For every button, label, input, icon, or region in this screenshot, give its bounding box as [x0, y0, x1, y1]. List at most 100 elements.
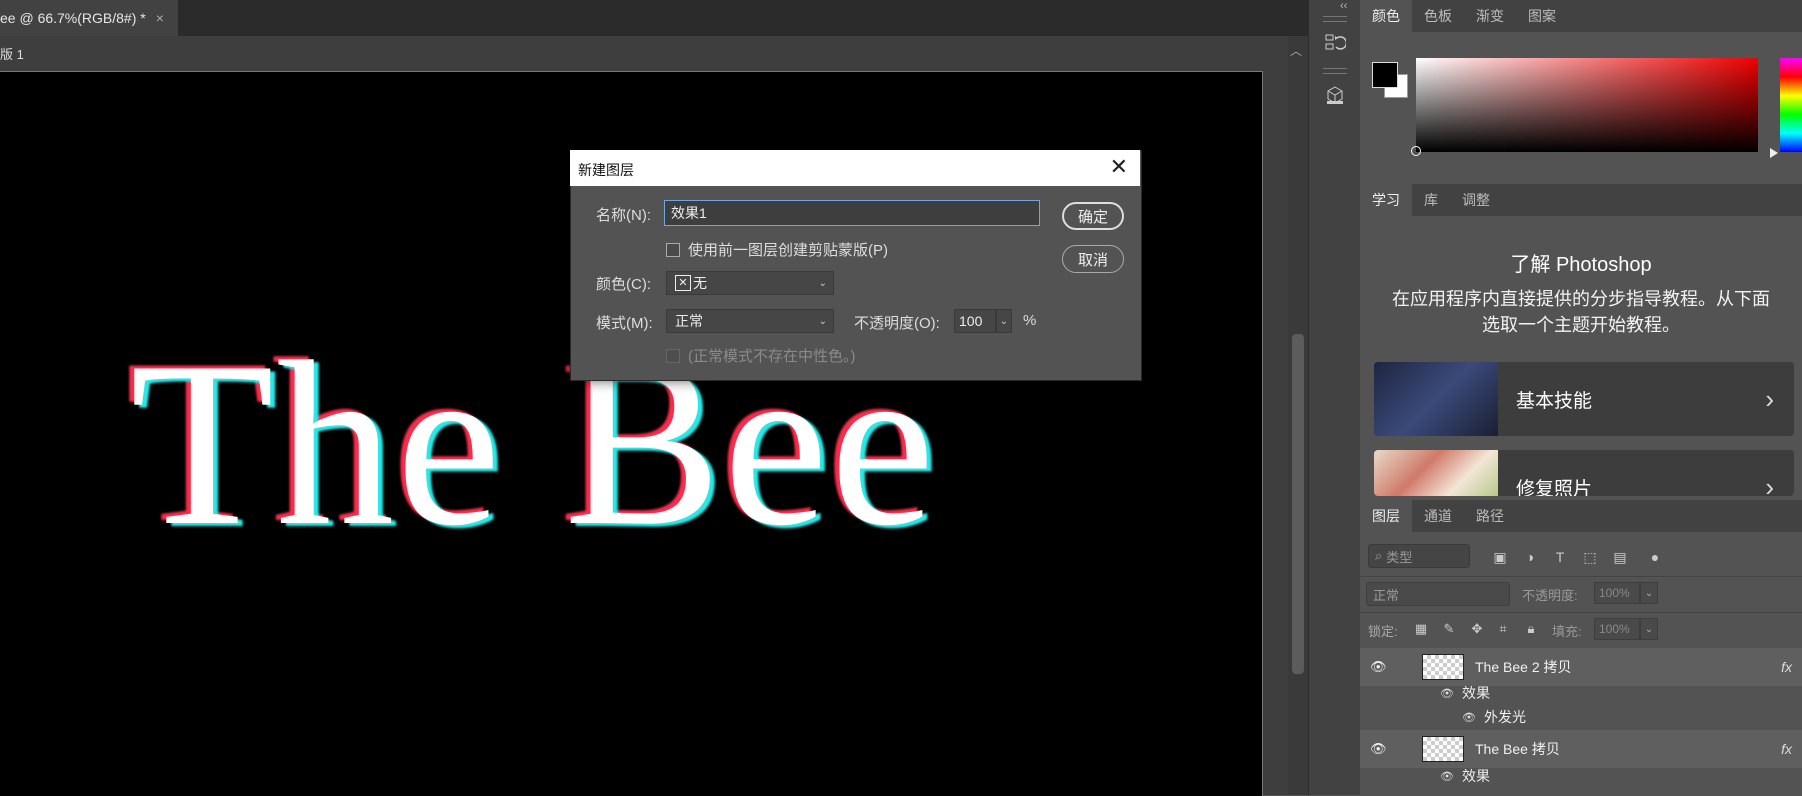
effects-row[interactable]: 👁︎ 效果	[1440, 681, 1490, 705]
learn-description: 在应用程序内直接提供的分步指导教程。从下面选取一个主题开始教程。	[1392, 289, 1770, 335]
foreground-color-swatch-front[interactable]	[1372, 62, 1398, 88]
layer-name-input[interactable]: 效果1	[664, 200, 1040, 226]
chevron-down-icon[interactable]: ⌄	[1640, 582, 1658, 604]
document-tab-title: ee @ 66.7%(RGB/8#) *	[0, 10, 146, 26]
type-filter-icon[interactable]: T	[1550, 547, 1570, 567]
learn-panel-tabs: 学习 库 调整	[1360, 184, 1802, 216]
blend-mode-value: 正常	[1373, 587, 1400, 603]
no-color-icon: ✕	[675, 275, 691, 291]
layer-name: The Bee 拷贝	[1475, 741, 1560, 757]
chevron-down-icon: ⌄	[818, 277, 827, 289]
name-label: 名称(N):	[596, 207, 651, 224]
clip-mask-checkbox[interactable]	[666, 243, 680, 257]
shape-filter-icon[interactable]: ⬚	[1580, 547, 1600, 567]
effect-row-outer-glow[interactable]: 👁︎ 外发光	[1462, 705, 1526, 729]
tab-patterns[interactable]: 图案	[1516, 0, 1568, 32]
color-picker-field[interactable]	[1416, 58, 1758, 152]
close-icon[interactable]: ×	[156, 10, 164, 26]
history-icon[interactable]	[1320, 28, 1350, 58]
dialog-titlebar: 新建图层 ✕	[570, 150, 1140, 186]
tab-learn[interactable]: 学习	[1360, 184, 1412, 216]
basic-skills-thumbnail	[1374, 362, 1498, 436]
tab-gradients[interactable]: 渐变	[1464, 0, 1516, 32]
lock-artboard-icon[interactable]: ⌗	[1494, 620, 1512, 638]
dock-grip[interactable]	[1323, 16, 1347, 22]
tab-channels[interactable]: 通道	[1412, 500, 1464, 532]
blend-mode-select[interactable]: 正常	[1366, 582, 1510, 606]
dock-grip[interactable]	[1323, 68, 1347, 74]
search-icon: ⌕	[1375, 548, 1383, 563]
hue-slider-marker[interactable]	[1770, 148, 1778, 158]
divider	[1360, 576, 1802, 577]
color-picker-cursor[interactable]	[1411, 146, 1421, 156]
lock-all-icon[interactable]: 🔒︎	[1522, 620, 1540, 638]
color-select[interactable]: ✕ 无 ⌄	[666, 271, 834, 295]
dialog-title: 新建图层	[578, 162, 634, 178]
color-select-value: 无	[693, 275, 707, 291]
percent-label: %	[1023, 312, 1037, 329]
ok-button[interactable]: 确定	[1062, 202, 1124, 230]
lock-transparent-icon[interactable]: ▦	[1412, 620, 1430, 638]
tab-adjustments[interactable]: 调整	[1450, 184, 1502, 216]
tab-libraries[interactable]: 库	[1412, 184, 1450, 216]
learn-card-label: 基本技能	[1516, 390, 1593, 412]
tab-swatches[interactable]: 色板	[1412, 0, 1464, 32]
cancel-button[interactable]: 取消	[1062, 245, 1124, 273]
tab-paths[interactable]: 路径	[1464, 500, 1516, 532]
filter-toggle-icon[interactable]: ●	[1645, 547, 1665, 567]
mode-label: 模式(M):	[596, 315, 653, 332]
fill-label: 填充:	[1552, 624, 1582, 639]
panel-dock-strip	[1308, 0, 1362, 795]
opacity-input[interactable]: 100%	[1594, 582, 1640, 604]
3d-icon[interactable]	[1320, 80, 1350, 110]
layer-thumbnail	[1422, 736, 1464, 762]
layer-row[interactable]: 👁︎ The Bee 2 拷贝 fx	[1360, 648, 1802, 686]
lock-label: 锁定:	[1368, 624, 1398, 639]
visibility-eye-icon[interactable]: 👁︎	[1440, 687, 1454, 700]
layer-filter-select[interactable]: ⌕ 类型	[1368, 544, 1470, 568]
smart-object-filter-icon[interactable]: ▤	[1610, 547, 1630, 567]
lock-position-icon[interactable]: ✥	[1468, 620, 1486, 638]
learn-card-basic-skills[interactable]: 基本技能 ›	[1374, 362, 1794, 436]
layer-thumbnail	[1422, 654, 1464, 680]
chevron-down-icon: ⌄	[818, 315, 827, 327]
learn-title: 了解 Photoshop	[1510, 254, 1652, 276]
image-filter-icon[interactable]: ▣	[1490, 547, 1510, 567]
collapse-panels-icon[interactable]: ‹‹	[1340, 0, 1347, 12]
visibility-eye-icon[interactable]: 👁︎	[1370, 730, 1387, 768]
fill-input[interactable]: 100%	[1594, 618, 1640, 640]
document-tab-bar	[0, 0, 1308, 36]
layer-row[interactable]: 👁︎ The Bee 拷贝 fx	[1360, 730, 1802, 768]
document-scrollbar-thumb[interactable]	[1292, 334, 1304, 674]
learn-card-label: 修复照片	[1516, 478, 1593, 497]
visibility-eye-icon[interactable]: 👁︎	[1370, 648, 1387, 686]
tab-color[interactable]: 颜色	[1360, 0, 1412, 32]
tab-layers[interactable]: 图层	[1360, 500, 1412, 532]
close-icon[interactable]: ✕	[1110, 154, 1128, 180]
effect-label: 外发光	[1483, 709, 1526, 725]
neutral-color-checkbox[interactable]	[666, 349, 680, 363]
chevron-right-icon: ›	[1765, 471, 1774, 497]
effects-label: 效果	[1461, 685, 1490, 701]
clip-mask-label: 使用前一图层创建剪贴蒙版(P)	[688, 242, 888, 259]
visibility-eye-icon[interactable]: 👁︎	[1462, 711, 1476, 724]
hue-slider[interactable]	[1780, 58, 1802, 152]
document-tab[interactable]: ee @ 66.7%(RGB/8#) * ×	[0, 0, 178, 36]
fx-icon[interactable]: fx	[1781, 648, 1792, 686]
effects-row[interactable]: 👁︎ 效果	[1440, 764, 1490, 788]
lock-image-icon[interactable]: ✎	[1440, 620, 1458, 638]
mode-select-value: 正常	[675, 313, 703, 329]
artboard-label: 版 1	[0, 47, 24, 62]
chevron-down-icon[interactable]: ⌄	[1640, 618, 1658, 640]
layer-filter-label: 类型	[1386, 549, 1413, 565]
opacity-input[interactable]: 100	[954, 309, 996, 333]
fx-icon[interactable]: fx	[1781, 730, 1792, 768]
mode-select[interactable]: 正常 ⌄	[666, 309, 834, 333]
chevron-right-icon: ›	[1765, 383, 1774, 414]
effects-label: 效果	[1461, 768, 1490, 784]
adjustment-filter-icon[interactable]: ◑	[1520, 547, 1540, 567]
scroll-up-icon[interactable]: ︿	[1290, 42, 1302, 59]
chevron-down-icon[interactable]: ⌄	[996, 309, 1012, 333]
learn-card-fix-photo[interactable]: 修复照片 ›	[1374, 450, 1794, 496]
visibility-eye-icon[interactable]: 👁︎	[1440, 770, 1454, 783]
